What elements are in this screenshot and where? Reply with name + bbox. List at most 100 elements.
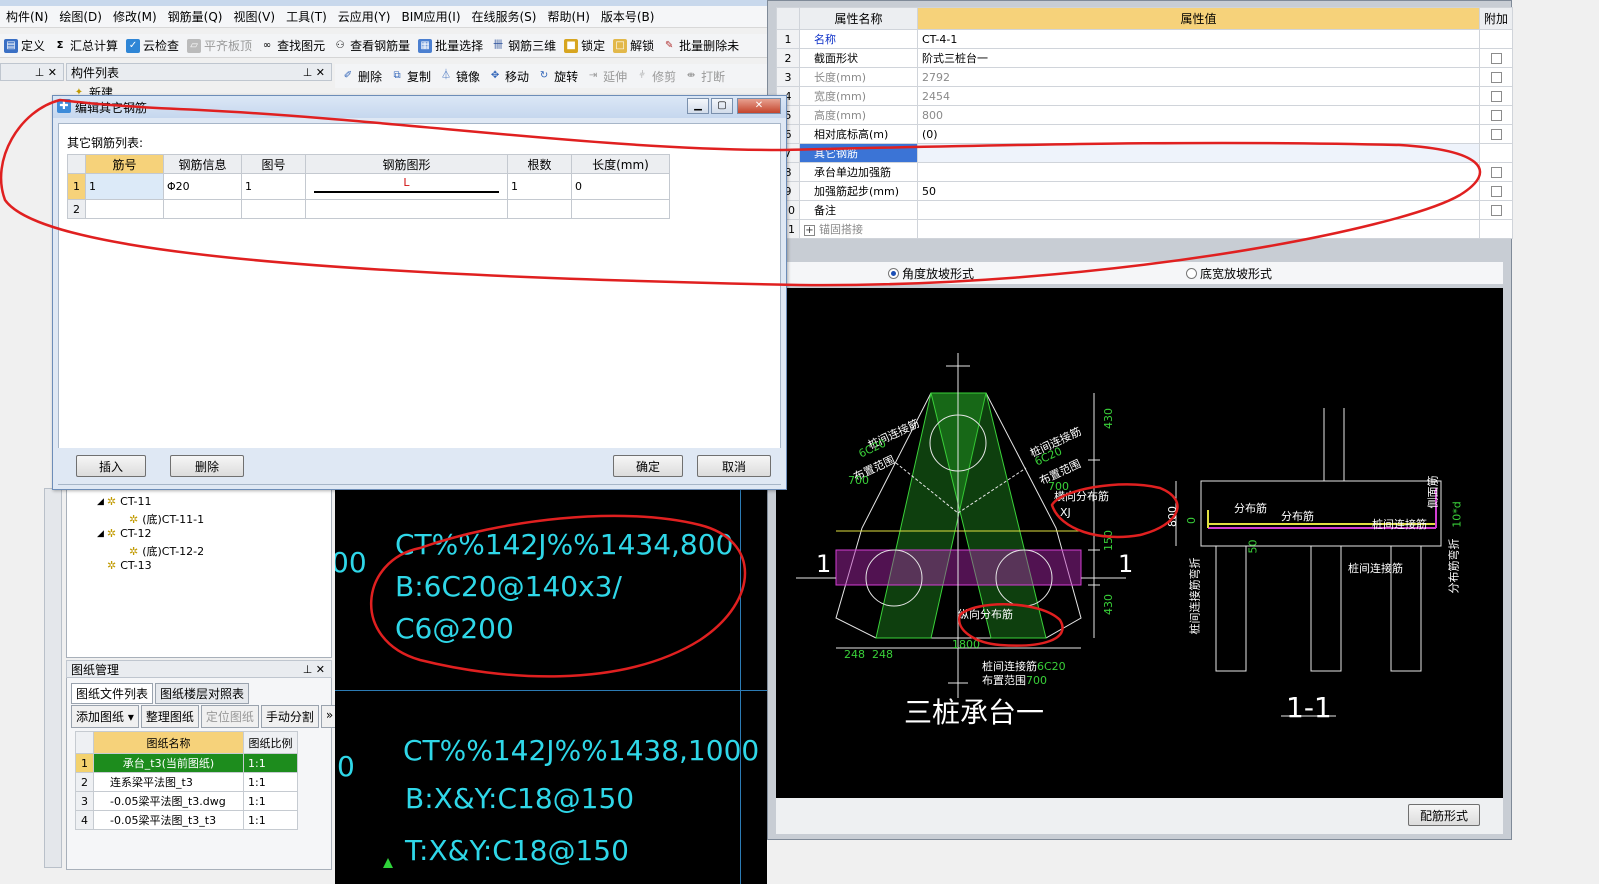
col-bar-info[interactable]: 钢筋信息 xyxy=(163,154,242,174)
property-value[interactable] xyxy=(917,143,1480,163)
tab-drawing-files[interactable]: 图纸文件列表 xyxy=(71,683,154,704)
checkbox[interactable] xyxy=(1490,205,1502,216)
add-drawing-button[interactable]: 添加图纸 ▾ xyxy=(71,705,139,728)
rebar-3d-button[interactable]: 卌钢筋三维 xyxy=(491,37,556,54)
menu-version[interactable]: 版本号(B) xyxy=(601,8,655,25)
move-tool[interactable]: ✥ 移动 xyxy=(488,68,529,85)
table-row[interactable]: 2 xyxy=(67,199,670,219)
cancel-button[interactable]: 取消 xyxy=(697,455,771,477)
property-row[interactable]: 4 宽度(mm) 2454 xyxy=(776,86,1514,106)
maximize-icon[interactable]: ▢ xyxy=(711,98,733,114)
radio-angle-slope[interactable]: 角度放坡形式 xyxy=(888,265,974,282)
property-value[interactable] xyxy=(917,200,1480,220)
col-length[interactable]: 长度(mm) xyxy=(571,154,670,174)
cloud-check-button[interactable]: ✓ 云检查 xyxy=(126,37,179,54)
unlock-button[interactable]: □ 解锁 xyxy=(613,37,654,54)
col-drawing-name[interactable]: 图纸名称 xyxy=(93,731,244,754)
tree-item[interactable]: ✲ CT-13 xyxy=(107,559,152,572)
tree-item[interactable]: ◢ ✲ CT-11 xyxy=(97,495,152,508)
pin-close-icon-left[interactable]: ⊥ ✕ xyxy=(35,66,57,79)
property-row[interactable]: 1 名称 CT-4-1 xyxy=(776,29,1514,49)
property-value[interactable]: 800 xyxy=(917,105,1480,125)
col-fig-no[interactable]: 图号 xyxy=(241,154,306,174)
checkbox[interactable] xyxy=(1490,110,1502,121)
property-row[interactable]: 7 其它钢筋 xyxy=(776,143,1514,163)
table-row[interactable]: 1 1 Φ20 1 L 1 0 xyxy=(67,173,670,200)
checkbox[interactable] xyxy=(1490,53,1502,64)
menu-help[interactable]: 帮助(H) xyxy=(547,8,589,25)
summary-button[interactable]: Σ 汇总计算 xyxy=(53,37,118,54)
property-row[interactable]: 11 + 锚固搭接 xyxy=(776,219,1514,239)
pin-close-icon[interactable]: ⊥ ✕ xyxy=(303,663,325,676)
bar-shape-cell[interactable]: L xyxy=(305,173,508,200)
property-row[interactable]: 3 长度(mm) 2792 xyxy=(776,67,1514,87)
delete-row-button[interactable]: 删除 xyxy=(170,455,244,477)
menu-online[interactable]: 在线服务(S) xyxy=(472,8,537,25)
table-row[interactable]: 3 -0.05梁平法图_t3.dwg 1:1 xyxy=(75,791,298,811)
property-value[interactable]: CT-4-1 xyxy=(917,29,1480,49)
copy-tool[interactable]: ⧉ 复制 xyxy=(390,68,431,85)
property-value[interactable] xyxy=(917,162,1480,182)
property-value[interactable]: 阶式三桩台一 xyxy=(917,48,1480,68)
expand-icon[interactable]: + xyxy=(804,225,815,236)
table-row[interactable]: 4 -0.05梁平法图_t3_t3 1:1 xyxy=(75,810,298,830)
minimize-icon[interactable]: ▁ xyxy=(687,98,709,114)
organize-drawing-button[interactable]: 整理图纸 xyxy=(140,705,199,728)
close-icon[interactable]: ✕ xyxy=(737,98,781,114)
cad-canvas[interactable]: 00 CT%%142J%%1434,800 B:6C20@140x3/ C6@2… xyxy=(335,488,767,884)
menu-draw[interactable]: 绘图(D) xyxy=(59,8,102,25)
table-row[interactable]: 1 承台_t3(当前图纸) 1:1 xyxy=(75,753,298,773)
menu-modify[interactable]: 修改(M) xyxy=(113,8,157,25)
batch-delete-button[interactable]: ✎ 批量删除未 xyxy=(662,37,739,54)
find-element-button[interactable]: ∞ 查找图元 xyxy=(260,37,325,54)
property-row[interactable]: 8 承台单边加强筋 xyxy=(776,162,1514,182)
property-value[interactable]: 2454 xyxy=(917,86,1480,106)
count-cell[interactable]: 1 xyxy=(507,173,572,200)
menu-bim[interactable]: BIM应用(I) xyxy=(401,8,460,25)
expand-icon[interactable]: ◢ xyxy=(97,497,104,507)
mirror-tool[interactable]: ⏃ 镜像 xyxy=(439,68,480,85)
table-row[interactable]: 2 连系梁平法图_t3 1:1 xyxy=(75,772,298,792)
bar-no-cell[interactable]: 1 xyxy=(85,173,164,200)
property-row[interactable]: 5 高度(mm) 800 xyxy=(776,105,1514,125)
checkbox[interactable] xyxy=(1490,72,1502,83)
col-drawing-scale[interactable]: 图纸比例 xyxy=(243,731,298,754)
locate-drawing-button[interactable]: 定位图纸 xyxy=(200,705,259,728)
property-row[interactable]: 9 加强筋起步(mm) 50 xyxy=(776,181,1514,201)
insert-button[interactable]: 插入 xyxy=(76,455,146,477)
menu-tools[interactable]: 工具(T) xyxy=(286,8,327,25)
rotate-tool[interactable]: ↻ 旋转 xyxy=(537,68,578,85)
tree-item[interactable]: ◢ ✲ CT-12 xyxy=(97,527,152,540)
length-cell[interactable]: 0 xyxy=(571,173,670,200)
menu-component[interactable]: 构件(N) xyxy=(6,8,48,25)
lock-button[interactable]: ■ 锁定 xyxy=(564,37,605,54)
trim-tool[interactable]: ⫩ 修剪 xyxy=(635,68,676,85)
manual-split-button[interactable]: 手动分割 xyxy=(260,705,319,728)
bar-info-cell[interactable]: Φ20 xyxy=(163,173,242,200)
view-rebar-button[interactable]: ⚇ 查看钢筋量 xyxy=(333,37,411,54)
break-tool[interactable]: ⇼ 打断 xyxy=(684,68,725,85)
tree-item[interactable]: ✲ (底)CT-12-2 xyxy=(129,543,204,559)
property-value[interactable] xyxy=(917,219,1480,239)
tab-drawing-floor-map[interactable]: 图纸楼层对照表 xyxy=(155,683,250,704)
property-row[interactable]: 2 截面形状 阶式三桩台一 xyxy=(776,48,1514,68)
fig-no-cell[interactable]: 1 xyxy=(241,173,306,200)
checkbox[interactable] xyxy=(1490,129,1502,140)
tree-item[interactable]: ✲ (底)CT-11-1 xyxy=(129,511,204,527)
delete-tool[interactable]: ✐ 删除 xyxy=(341,68,382,85)
batch-select-button[interactable]: ▦ 批量选择 xyxy=(418,37,483,54)
checkbox[interactable] xyxy=(1490,167,1502,178)
dialog-titlebar[interactable]: ✚ 编辑其它钢筋 ▁ ▢ ✕ xyxy=(53,96,786,118)
left-scrollbar[interactable] xyxy=(44,488,62,868)
property-row[interactable]: 6 相对底标高(m) (0) xyxy=(776,124,1514,144)
level-slab-button[interactable]: ▱ 平齐板顶 xyxy=(187,37,252,54)
extend-tool[interactable]: ⇥ 延伸 xyxy=(586,68,627,85)
property-row[interactable]: 10 备注 xyxy=(776,200,1514,220)
ok-button[interactable]: 确定 xyxy=(613,455,683,477)
checkbox[interactable] xyxy=(1490,91,1502,102)
menu-rebar-qty[interactable]: 钢筋量(Q) xyxy=(168,8,223,25)
menu-view[interactable]: 视图(V) xyxy=(233,8,275,25)
define-button[interactable]: ▤ 定义 xyxy=(4,37,45,54)
rebar-form-button[interactable]: 配筋形式 xyxy=(1408,804,1480,826)
property-value[interactable]: 50 xyxy=(917,181,1480,201)
